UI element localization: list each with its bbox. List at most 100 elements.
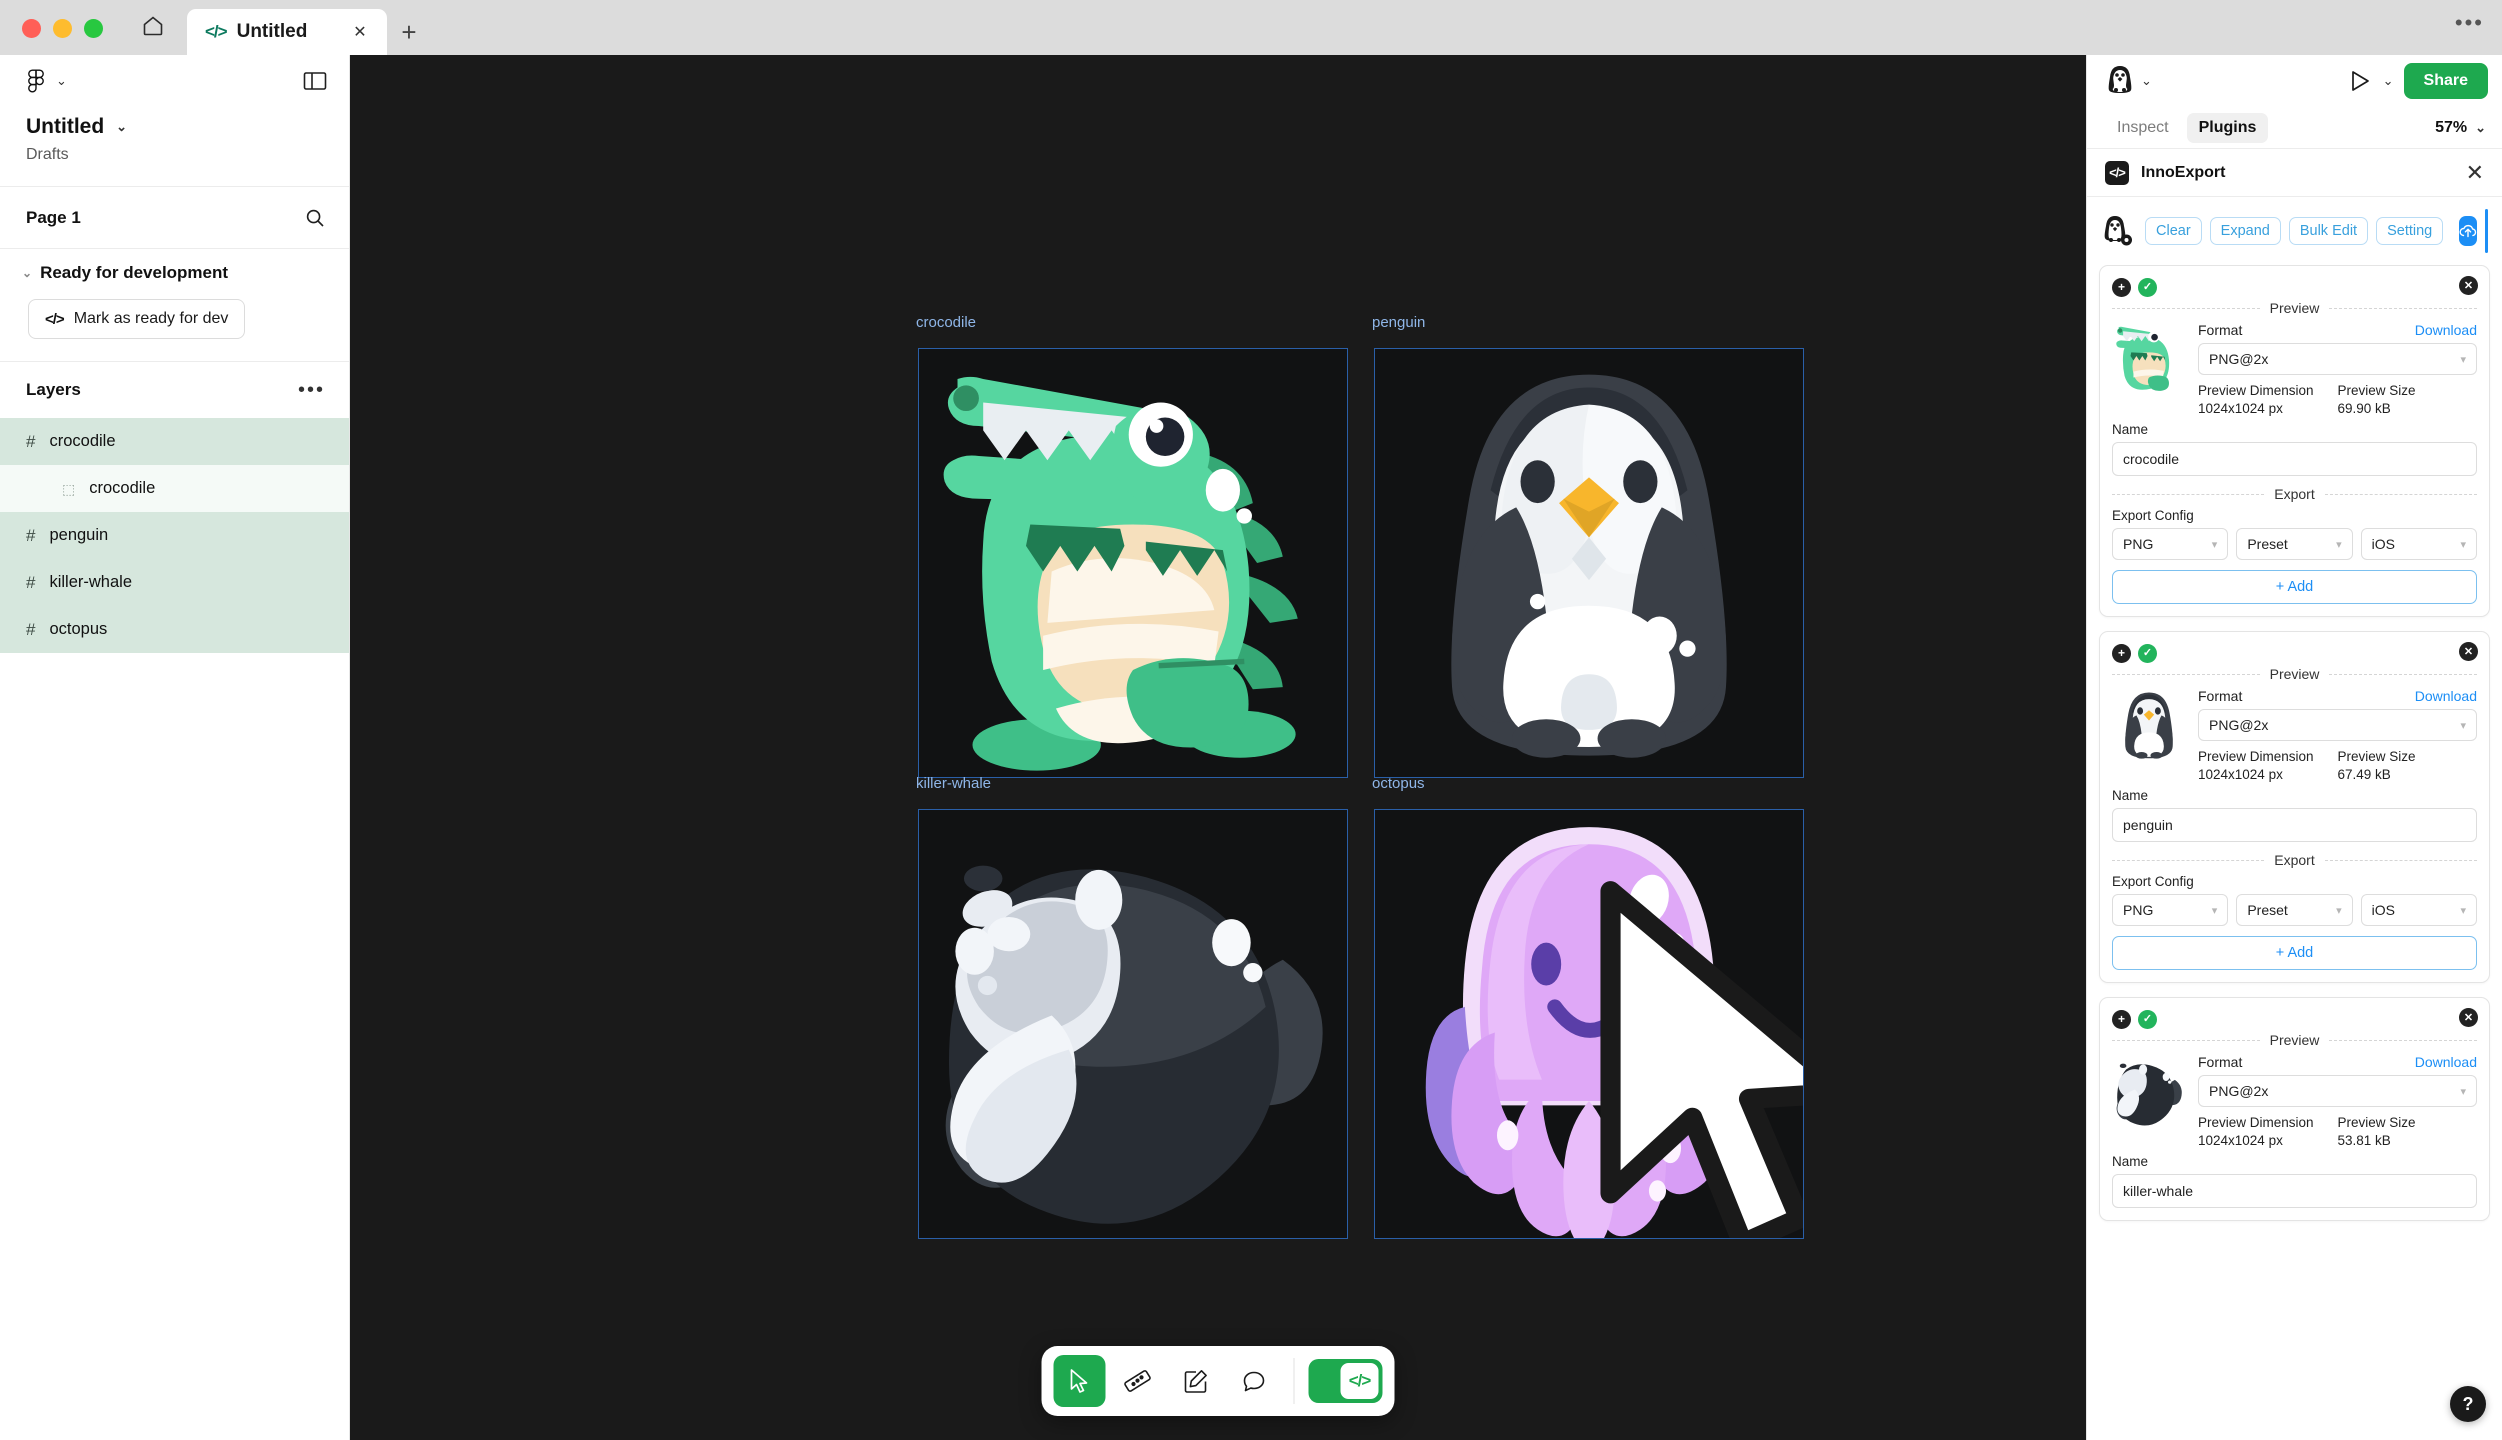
home-icon[interactable] bbox=[123, 0, 183, 55]
format-select[interactable]: PNG@2x ▾ bbox=[2198, 343, 2477, 375]
comment-tool-button[interactable] bbox=[1228, 1355, 1280, 1407]
check-icon[interactable]: ✓ bbox=[2138, 643, 2157, 663]
format-select[interactable]: PNG@2x ▾ bbox=[2198, 709, 2477, 741]
preview-thumbnail-penguin bbox=[2112, 688, 2186, 762]
file-location: Drafts bbox=[26, 146, 69, 163]
remove-card-icon[interactable]: ✕ bbox=[2459, 276, 2478, 295]
card-top-badges: + ✓ bbox=[2112, 276, 2477, 298]
share-button[interactable]: Share bbox=[2403, 63, 2488, 99]
expand-button[interactable]: Expand bbox=[2209, 217, 2281, 245]
layers-more-icon[interactable]: ••• bbox=[298, 380, 325, 400]
name-input[interactable]: crocodile bbox=[2112, 442, 2477, 476]
remove-card-icon[interactable]: ✕ bbox=[2459, 642, 2478, 661]
dev-mode-toggle[interactable]: </> bbox=[1308, 1359, 1383, 1403]
new-tab-button[interactable]: + bbox=[387, 9, 431, 55]
layer-row-penguin[interactable]: # penguin bbox=[0, 512, 349, 559]
panel-toggle-icon[interactable] bbox=[303, 71, 327, 91]
tab-plugins[interactable]: Plugins bbox=[2186, 112, 2269, 143]
add-export-config-button[interactable]: + Add bbox=[2112, 936, 2477, 970]
frame-penguin[interactable] bbox=[1374, 348, 1804, 778]
close-icon[interactable]: ✕ bbox=[347, 19, 373, 45]
measure-tool-button[interactable] bbox=[1112, 1355, 1164, 1407]
add-icon[interactable]: + bbox=[2112, 277, 2131, 297]
export-format-select[interactable]: PNG ▾ bbox=[2112, 528, 2229, 560]
tab-inspect[interactable]: Inspect bbox=[2105, 113, 2181, 143]
chevron-down-icon[interactable]: ⌄ bbox=[2383, 73, 2394, 89]
name-input[interactable]: killer-whale bbox=[2112, 1174, 2477, 1208]
window-tab-bar: </> Untitled ✕ + ••• bbox=[0, 0, 2502, 55]
download-link[interactable]: Download bbox=[2415, 322, 2477, 338]
export-section-label: Export bbox=[2112, 852, 2477, 868]
frame-label-octopus[interactable]: octopus bbox=[1372, 775, 1425, 792]
figma-menu-button[interactable]: ⌄ bbox=[26, 67, 67, 95]
frame-crocodile[interactable] bbox=[918, 348, 1348, 778]
clear-button[interactable]: Clear bbox=[2145, 217, 2202, 245]
frame-label-penguin[interactable]: penguin bbox=[1372, 314, 1425, 331]
annotate-tool-button[interactable] bbox=[1170, 1355, 1222, 1407]
page-row[interactable]: Page 1 bbox=[0, 187, 349, 249]
preview-dimension-label: Preview Dimension bbox=[2198, 749, 2314, 764]
frame-label-crocodile[interactable]: crocodile bbox=[916, 314, 976, 331]
penguin-gear-icon bbox=[2101, 214, 2135, 248]
preview-size-label: Preview Size bbox=[2337, 1115, 2416, 1130]
add-export-config-button[interactable]: + Add bbox=[2112, 570, 2477, 604]
export-button[interactable]: Export (4) bbox=[2485, 209, 2488, 253]
move-tool-button[interactable] bbox=[1053, 1355, 1106, 1407]
setting-button[interactable]: Setting bbox=[2376, 217, 2444, 245]
frame-octopus[interactable] bbox=[1374, 809, 1804, 1239]
format-select[interactable]: PNG@2x ▾ bbox=[2198, 1075, 2477, 1107]
layer-row-octopus[interactable]: # octopus bbox=[0, 606, 349, 653]
export-platform-select[interactable]: iOS ▾ bbox=[2360, 894, 2477, 926]
bulk-edit-button[interactable]: Bulk Edit bbox=[2288, 217, 2369, 245]
chevron-down-icon: ▾ bbox=[2336, 538, 2342, 551]
mark-as-ready-for-dev-button[interactable]: </> Mark as ready for dev bbox=[28, 299, 246, 339]
preview-size-col: Preview Size 53.81 kB bbox=[2338, 1115, 2478, 1148]
export-cards-list[interactable]: + ✓ ✕ Preview Format Download PNG@2x ▾ P… bbox=[2087, 265, 2502, 1440]
window-menu-icon[interactable]: ••• bbox=[2455, 12, 2484, 34]
preview-fields: Format Download PNG@2x ▾ Preview Dimensi… bbox=[2198, 322, 2477, 416]
format-value: PNG@2x bbox=[2209, 1083, 2269, 1099]
browser-tab-untitled[interactable]: </> Untitled ✕ bbox=[187, 9, 387, 55]
close-icon[interactable]: ✕ bbox=[2466, 161, 2484, 184]
preview-dimension-value: 1024x1024 px bbox=[2198, 767, 2283, 782]
chevron-down-icon: ▾ bbox=[2211, 904, 2218, 917]
export-config-row: PNG ▾ Preset ▾ iOS ▾ bbox=[2112, 894, 2477, 926]
name-input[interactable]: penguin bbox=[2112, 808, 2477, 842]
avatar-menu-button[interactable]: ⌄ bbox=[2107, 65, 2152, 98]
download-link[interactable]: Download bbox=[2415, 688, 2477, 704]
add-icon[interactable]: + bbox=[2112, 643, 2131, 663]
export-format-select[interactable]: PNG ▾ bbox=[2112, 894, 2229, 926]
export-card-crocodile: + ✓ ✕ Preview Format Download PNG@2x ▾ P… bbox=[2099, 265, 2490, 617]
check-icon[interactable]: ✓ bbox=[2138, 277, 2157, 297]
export-preset-select[interactable]: Preset ▾ bbox=[2236, 528, 2353, 560]
remove-card-icon[interactable]: ✕ bbox=[2459, 1008, 2478, 1027]
preview-dimension-label: Preview Dimension bbox=[2198, 1115, 2314, 1130]
window-maximize-button[interactable] bbox=[84, 19, 103, 38]
frame-killer-whale[interactable] bbox=[918, 809, 1348, 1239]
add-icon[interactable]: + bbox=[2112, 1009, 2131, 1029]
layer-label: octopus bbox=[49, 620, 108, 638]
file-name-row[interactable]: Untitled ⌄ bbox=[26, 115, 323, 139]
layer-row-killer-whale[interactable]: # killer-whale bbox=[0, 559, 349, 606]
export-preset-select[interactable]: Preset ▾ bbox=[2236, 894, 2353, 926]
export-platform-select[interactable]: iOS ▾ bbox=[2360, 528, 2477, 560]
preview-row: Format Download PNG@2x ▾ Preview Dimensi… bbox=[2112, 688, 2477, 782]
check-icon[interactable]: ✓ bbox=[2138, 1009, 2157, 1029]
preview-section-label: Preview bbox=[2112, 300, 2477, 316]
window-close-button[interactable] bbox=[22, 19, 41, 38]
help-button[interactable]: ? bbox=[2450, 1386, 2486, 1422]
play-icon[interactable] bbox=[2347, 68, 2373, 94]
layer-row-crocodile-child[interactable]: ⬚ crocodile bbox=[0, 465, 349, 512]
window-minimize-button[interactable] bbox=[53, 19, 72, 38]
zoom-level-control[interactable]: 57% ⌄ bbox=[2435, 119, 2486, 137]
search-icon[interactable] bbox=[305, 208, 325, 228]
preview-meta-row: Preview Dimension 1024x1024 px Preview S… bbox=[2198, 1115, 2477, 1148]
ready-for-dev-header[interactable]: ⌄ Ready for development bbox=[16, 263, 325, 283]
layer-row-crocodile[interactable]: # crocodile bbox=[0, 418, 349, 465]
design-canvas[interactable]: crocodile penguin killer-whale octopus <… bbox=[350, 55, 2086, 1440]
cloud-upload-icon[interactable] bbox=[2459, 216, 2478, 246]
download-link[interactable]: Download bbox=[2415, 1054, 2477, 1070]
preview-dimension-label: Preview Dimension bbox=[2198, 383, 2314, 398]
layer-label: killer-whale bbox=[49, 573, 132, 591]
frame-label-killer-whale[interactable]: killer-whale bbox=[916, 775, 991, 792]
